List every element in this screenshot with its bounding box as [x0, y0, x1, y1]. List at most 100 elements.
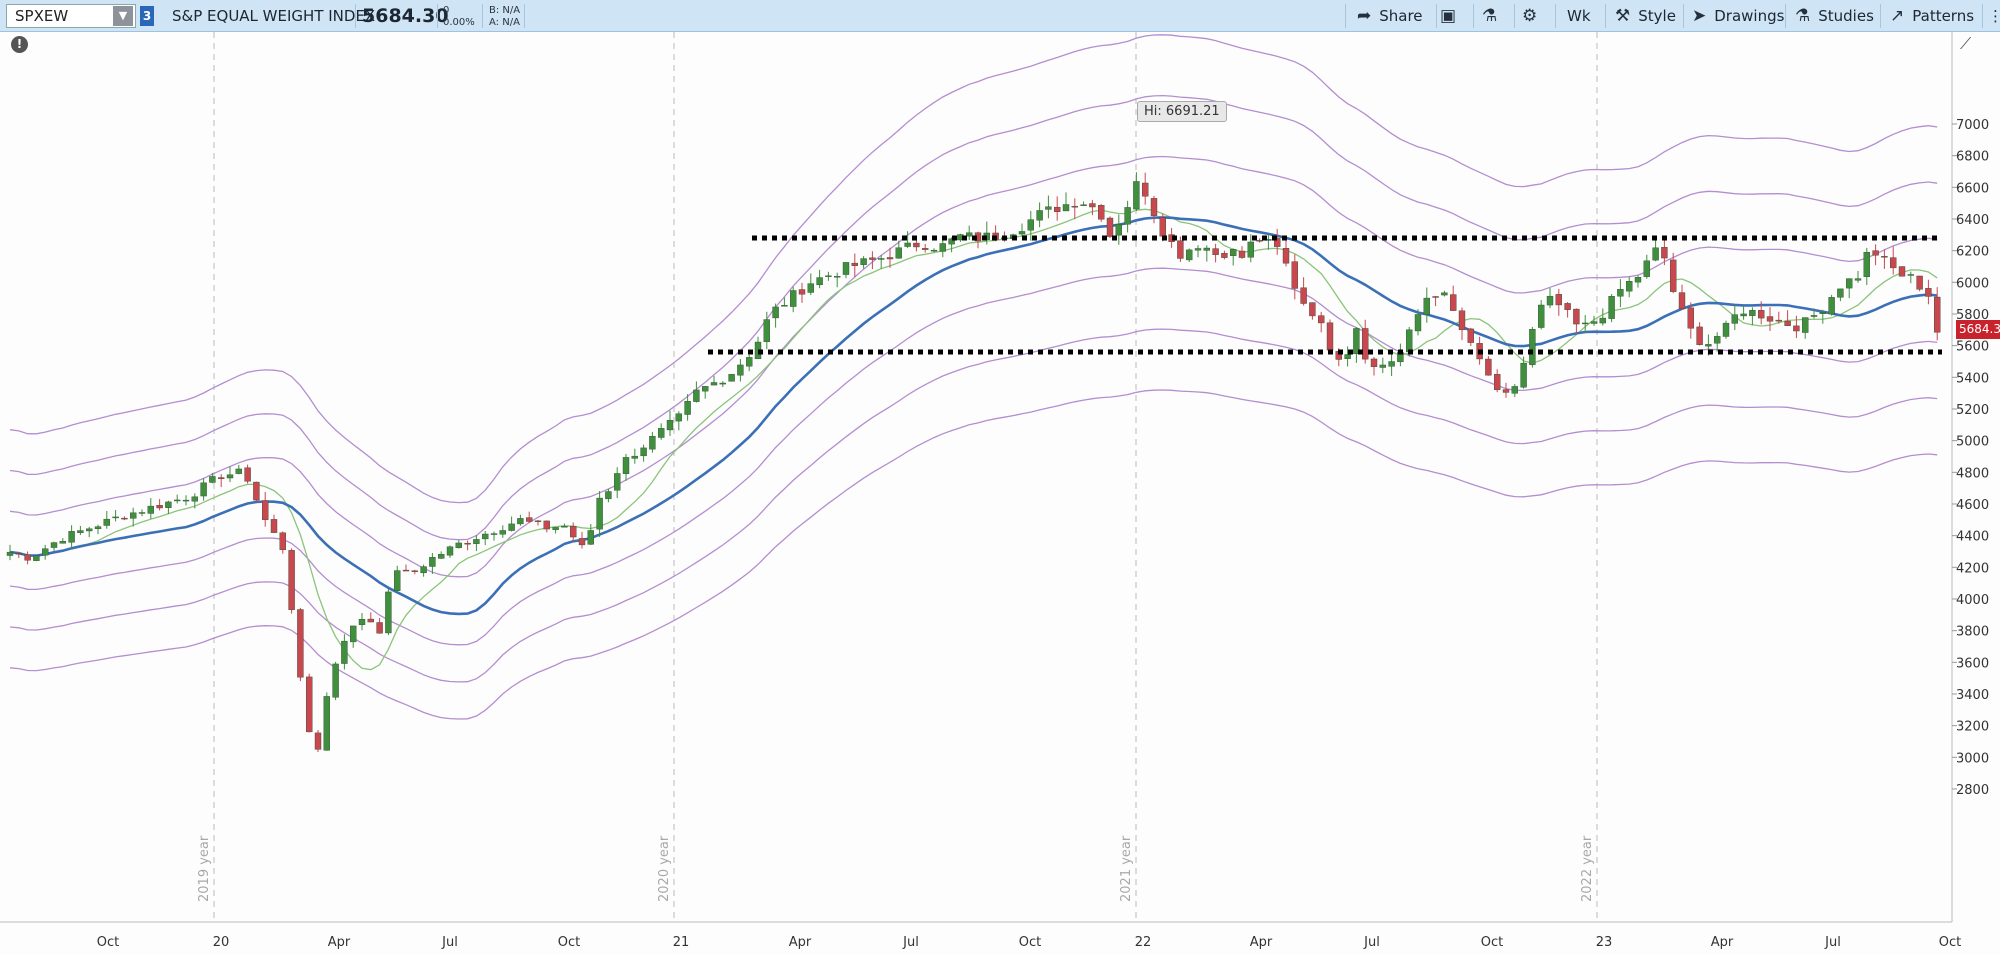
- candle-body: [1696, 326, 1703, 345]
- candle-body: [6, 551, 14, 556]
- drawings-button[interactable]: ➤ Drawings: [1692, 0, 1784, 32]
- price-tick-label: 3200: [1956, 720, 1989, 735]
- price-tick-label: 3000: [1956, 751, 1989, 766]
- candle-body: [394, 570, 401, 591]
- candle-body: [1423, 297, 1431, 315]
- candle-body: [666, 420, 674, 431]
- candle-body: [640, 447, 647, 457]
- style-button[interactable]: ⚒ Style: [1615, 0, 1676, 32]
- candle-body: [578, 538, 586, 546]
- time-tick-label: Jul: [441, 935, 458, 950]
- settings-button[interactable]: ⚙: [1522, 0, 1537, 32]
- last-price: 5684.30: [362, 5, 449, 27]
- candle-body: [781, 304, 788, 307]
- link-group-badge[interactable]: 3: [140, 6, 154, 26]
- candle-body: [622, 457, 630, 474]
- candle-body: [508, 523, 515, 531]
- divider: [1514, 4, 1515, 28]
- candle-body: [543, 520, 550, 530]
- candle-body: [147, 505, 155, 514]
- price-chart[interactable]: 2019 year 2020 year 2021 year 2022 year 2800…: [0, 32, 2000, 955]
- studies-button[interactable]: ⚗ Studies: [1795, 0, 1874, 32]
- flask-icon: ⚗: [1482, 6, 1498, 26]
- candle-body: [886, 257, 894, 260]
- candle-body: [1678, 292, 1686, 309]
- candle-body: [1212, 248, 1219, 255]
- time-tick-label: Jul: [902, 935, 919, 950]
- candle-body: [1889, 257, 1897, 269]
- candle-body: [605, 491, 612, 500]
- candle-body: [710, 382, 718, 386]
- time-tick-label: Oct: [1481, 935, 1503, 950]
- candle-body: [1705, 344, 1712, 347]
- more-menu-button[interactable]: ⋮: [1988, 0, 2000, 32]
- price-tick-label: 4600: [1956, 498, 1989, 513]
- drawing-tool-icon[interactable]: ⟋: [1960, 34, 1971, 54]
- candle-body: [1247, 241, 1255, 258]
- candle-body: [1106, 217, 1114, 237]
- candle-body: [420, 566, 427, 574]
- share-button[interactable]: ➦ Share: [1357, 0, 1423, 32]
- candle-body: [33, 555, 40, 561]
- candle-body: [1511, 386, 1519, 394]
- candle-body: [499, 530, 506, 535]
- candle-body: [570, 526, 577, 538]
- price-tick-label: 5000: [1956, 435, 1989, 450]
- time-tick-label: Oct: [97, 935, 119, 950]
- candle-body: [1309, 302, 1316, 317]
- candle-body: [1661, 247, 1668, 259]
- candle-body: [807, 283, 814, 293]
- divider: [1982, 4, 1983, 28]
- candle-body: [1018, 231, 1026, 235]
- candle-body: [138, 512, 146, 514]
- symbol-dropdown-button[interactable]: ▼: [113, 6, 133, 26]
- divider: [1436, 4, 1437, 28]
- candle-body: [1045, 206, 1052, 210]
- candle-body: [798, 289, 806, 295]
- candle-body: [860, 258, 867, 265]
- candle-body: [156, 505, 163, 509]
- candle-body: [1185, 249, 1193, 261]
- patterns-button[interactable]: ↗ Patterns: [1890, 0, 1974, 32]
- candle-body: [1036, 210, 1043, 221]
- ask-value: A: N/A: [489, 17, 520, 28]
- candle-body: [1370, 358, 1378, 367]
- candle-body: [1537, 304, 1545, 328]
- price-tick-label: 3400: [1956, 688, 1989, 703]
- candle-body: [1801, 317, 1809, 333]
- patterns-label: Patterns: [1912, 7, 1975, 25]
- alert-icon[interactable]: !: [11, 36, 28, 53]
- candle-body: [226, 474, 234, 479]
- candle-body: [1326, 322, 1334, 351]
- time-tick-label: Apr: [328, 935, 351, 950]
- timeframe-label: Wk: [1567, 7, 1591, 25]
- candle-body: [1731, 314, 1739, 324]
- chart-toolbar: SPXEW ▼ 3 S&P EQUAL WEIGHT INDEX 5684.30…: [0, 0, 2000, 32]
- divider: [355, 4, 356, 28]
- candle-body: [1282, 248, 1290, 264]
- lab-button[interactable]: ⚗: [1482, 0, 1497, 32]
- candle-body: [112, 516, 119, 519]
- candle-body: [1898, 266, 1906, 277]
- snapshot-button[interactable]: ▣: [1440, 0, 1456, 32]
- candle-body: [244, 467, 251, 482]
- candle-body: [121, 517, 128, 520]
- price-tick-label: 5400: [1956, 371, 1989, 386]
- year-separator-label: 2022 year: [1580, 835, 1595, 902]
- time-tick-label: 21: [673, 935, 690, 950]
- candle-body: [411, 570, 418, 572]
- candle-body: [1344, 354, 1351, 359]
- divider: [437, 4, 438, 28]
- candle-body: [825, 275, 832, 277]
- candle-body: [1080, 204, 1087, 206]
- candle-body: [614, 473, 621, 491]
- candle-body: [191, 496, 199, 502]
- candle-body: [1485, 358, 1492, 376]
- style-icon: ⚒: [1615, 6, 1631, 26]
- candle-body: [1089, 203, 1096, 208]
- candle-body: [59, 541, 66, 544]
- time-tick-label: 23: [1596, 935, 1613, 950]
- timeframe-button[interactable]: Wk: [1567, 0, 1591, 32]
- candle-body: [350, 625, 357, 643]
- candle-body: [270, 519, 278, 533]
